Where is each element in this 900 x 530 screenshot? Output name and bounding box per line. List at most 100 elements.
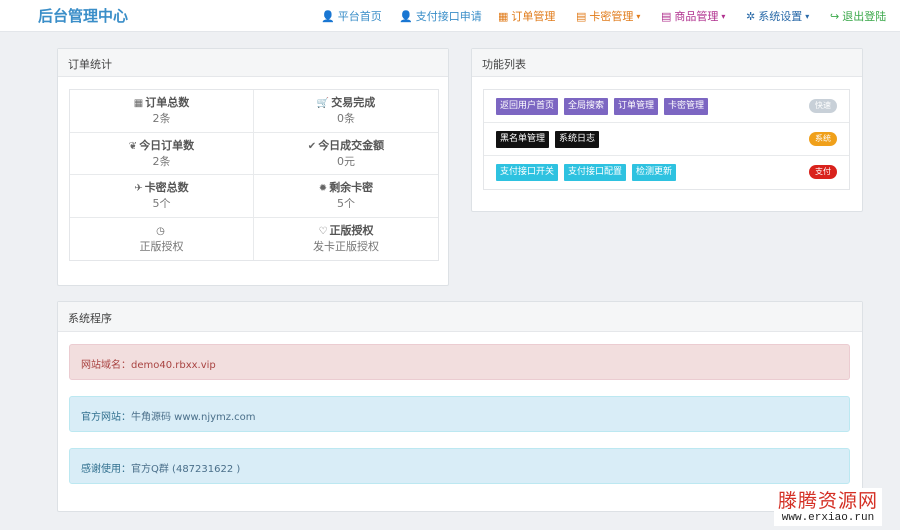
plane-icon: ✈ (134, 183, 143, 194)
nav-item-0[interactable]: 👤 平台首页 (321, 8, 382, 24)
function-row: 黑名单管理 系统日志 系统 (484, 123, 849, 156)
caret-down-icon: ▾ (636, 11, 641, 21)
stat-value: 正版授权 (139, 239, 184, 253)
stat-cell: ▦ 订单总数 2条 (70, 90, 254, 133)
site-domain-label: 网站域名： (81, 360, 131, 371)
stat-label: 今日订单数 (139, 138, 195, 152)
stat-label: 今日成交金额 (318, 138, 385, 152)
watermark-name: 滕腾资源网 (777, 490, 878, 512)
nav-item-label: 平台首页 (337, 10, 382, 23)
watermark-url: www.erxiao.run (781, 512, 875, 524)
stat-value: 2条 (152, 112, 171, 125)
row-badge: 系统 (809, 132, 837, 146)
check-icon: ✔ (307, 140, 317, 152)
row-badge: 支付 (809, 165, 837, 179)
user-icon: 👤 (321, 9, 335, 23)
stat-value: 5个 (337, 197, 355, 210)
stat-cell: 🛒 交易完成 0条 (254, 90, 438, 133)
stat-value: 发卡正版授权 (313, 239, 379, 253)
function-button[interactable]: 卡密管理 (664, 98, 709, 115)
function-button[interactable]: 订单管理 (614, 98, 659, 115)
official-site-value: 牛角源码 www.njymz.com (131, 412, 256, 423)
stat-title: 🛒 交易完成 (254, 96, 438, 111)
nav-item-6[interactable]: ↪ 退出登陆 (830, 8, 886, 24)
stat-value: 0元 (337, 154, 355, 168)
nav-item-4[interactable]: ▤ 商品管理 ▾ (661, 8, 725, 24)
user-icon: 👤 (399, 9, 413, 23)
function-button[interactable]: 返回用户首页 (496, 98, 559, 115)
cart-icon: 🛒 (316, 98, 330, 109)
function-row: 返回用户首页 全局搜索 订单管理 卡密管理 快速 (484, 90, 849, 123)
stats-grid: ▦ 订单总数 2条 🛒 交易完成 0条 ❦ 今日订单数 2条 ✔ 今日成交金额 0元 ✈ 卡密总数 5个 ✹ 剩… (69, 89, 439, 261)
gear-icon: ✲ (746, 9, 756, 23)
top-navbar: 后台管理中心 👤 平台首页 👤 支付接口申请 ▦ 订单管理 ▤ 卡密管理 ▾ ▤ 商品管理 ▾ ✲ 系统设… (0, 0, 900, 32)
site-domain-value: demo40.rbxx.vip (131, 360, 216, 371)
nav-item-3[interactable]: ▤ 卡密管理 ▾ (576, 8, 640, 24)
site-domain-alert: 网站域名：demo40.rbxx.vip (69, 344, 850, 380)
stat-cell: ✔ 今日成交金额 0元 (254, 133, 438, 175)
stat-title: ♡ 正版授权 (254, 224, 438, 239)
nav-item-label: 卡密管理 (589, 10, 634, 23)
nav-item-label: 退出登陆 (842, 10, 887, 23)
nav-item-label: 商品管理 (674, 10, 719, 23)
nav-item-1[interactable]: 👤 支付接口申请 (399, 8, 482, 24)
stat-label: 订单总数 (145, 96, 190, 109)
stat-title: ▦ 订单总数 (70, 96, 253, 111)
official-site-label: 官方网站： (81, 412, 131, 423)
official-site-alert: 官方网站：牛角源码 www.njymz.com (69, 396, 850, 432)
calendar-icon: ▦ (498, 9, 509, 23)
system-program-panel: 系统程序 网站域名：demo40.rbxx.vip 官方网站：牛角源码 www.… (57, 301, 863, 512)
stat-title: ✹ 剩余卡密 (254, 181, 438, 196)
asterisk-icon: ✹ (318, 183, 328, 194)
function-row: 支付接口开关 支付接口配置 检测更新 支付 (484, 156, 849, 189)
caret-down-icon: ▾ (721, 11, 726, 21)
list-icon: ▤ (576, 9, 587, 23)
stat-label: 交易完成 (331, 96, 376, 109)
list-icon: ▤ (661, 9, 672, 23)
order-stats-panel: 订单统计 ▦ 订单总数 2条 🛒 交易完成 0条 ❦ 今日订单数 2条 ✔ 今日成交金额 0元 ✈ 卡密总… (57, 48, 449, 286)
thanks-label: 感谢使用： (81, 464, 131, 475)
heart-icon: ♡ (318, 225, 328, 237)
stat-cell: ♡ 正版授权 发卡正版授权 (254, 218, 438, 261)
stat-title: ✈ 卡密总数 (70, 181, 253, 196)
caret-down-icon: ▾ (805, 11, 810, 21)
row-badge: 快速 (809, 99, 837, 113)
function-button[interactable]: 检测更新 (632, 164, 677, 181)
function-button[interactable]: 系统日志 (555, 131, 600, 148)
stat-cell: ◷ 正版授权 (70, 217, 254, 260)
nav-item-label: 订单管理 (511, 10, 556, 23)
stat-value: 0条 (337, 112, 355, 125)
stat-cell: ❦ 今日订单数 2条 (70, 132, 254, 175)
stat-label: 剩余卡密 (329, 181, 374, 194)
stat-value: 5个 (152, 197, 171, 210)
nav-item-2[interactable]: ▦ 订单管理 (498, 8, 555, 24)
leaf-icon: ❦ (128, 140, 138, 152)
function-list-panel: 功能列表 返回用户首页 全局搜索 订单管理 卡密管理 快速黑名单管理 系统日志 系统支付接口… (471, 48, 863, 212)
function-list: 返回用户首页 全局搜索 订单管理 卡密管理 快速黑名单管理 系统日志 系统支付接口开关 支付接… (483, 89, 850, 190)
stat-value: 2条 (152, 154, 171, 168)
nav-item-label: 系统设置 (758, 10, 803, 23)
system-program-title: 系统程序 (58, 302, 862, 332)
stat-title: ✔ 今日成交金额 (254, 139, 438, 154)
order-stats-title: 订单统计 (58, 49, 448, 77)
function-list-title: 功能列表 (472, 49, 862, 77)
function-button[interactable]: 支付接口配置 (564, 164, 627, 181)
function-button[interactable]: 支付接口开关 (496, 164, 559, 181)
stat-title: ❦ 今日订单数 (70, 139, 253, 154)
clock-icon: ◷ (156, 225, 165, 237)
function-button[interactable]: 全局搜索 (564, 98, 609, 115)
thanks-alert: 感谢使用：官方Q群 (487231622 ) (69, 448, 850, 484)
thanks-value: 官方Q群 (487231622 ) (131, 464, 241, 475)
app-title[interactable]: 后台管理中心 (38, 5, 128, 26)
grid-icon: ▦ (133, 98, 144, 109)
stat-label: 正版授权 (329, 223, 374, 237)
watermark: 滕腾资源网 www.erxiao.run (773, 488, 882, 526)
nav-item-label: 支付接口申请 (415, 10, 482, 23)
function-button[interactable]: 黑名单管理 (496, 131, 550, 148)
stat-label: 卡密总数 (144, 181, 189, 194)
nav-item-5[interactable]: ✲ 系统设置 ▾ (746, 8, 809, 24)
stat-title: ◷ (70, 224, 253, 239)
stat-cell: ✈ 卡密总数 5个 (70, 175, 254, 218)
stat-cell: ✹ 剩余卡密 5个 (254, 175, 438, 218)
logout-icon: ↪ (830, 9, 840, 23)
